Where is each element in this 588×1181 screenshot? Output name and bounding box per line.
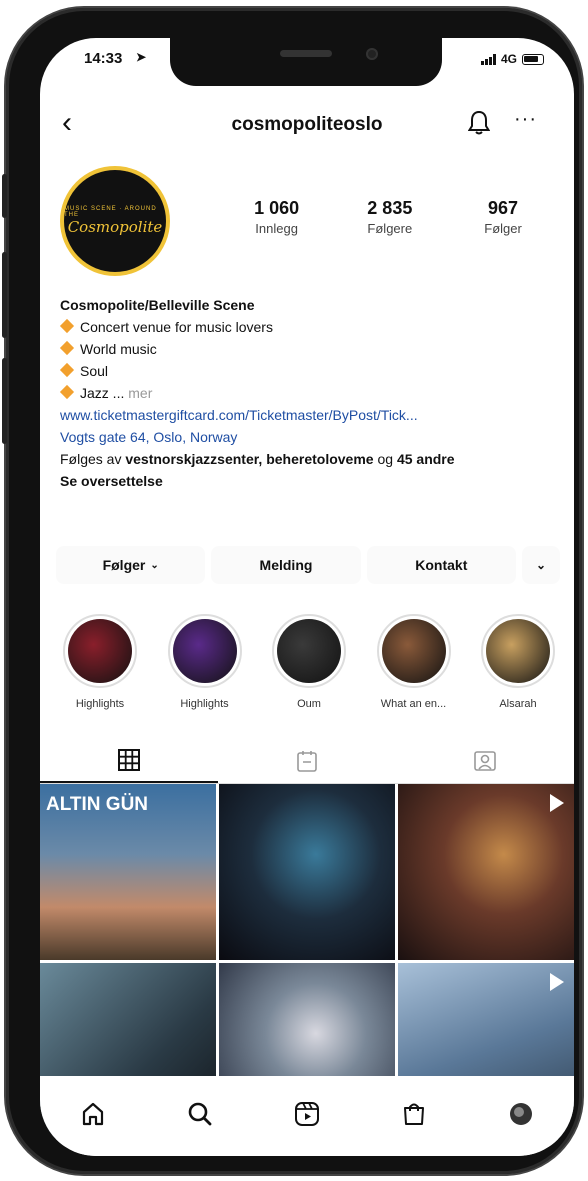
stat-following[interactable]: 967 Følger xyxy=(446,198,559,236)
bottom-nav xyxy=(40,1076,574,1156)
highlight-item[interactable]: Highlights xyxy=(54,614,146,710)
bell-icon[interactable] xyxy=(467,110,491,141)
stat-label: Følger xyxy=(484,221,522,236)
highlight-item[interactable]: Highlights xyxy=(159,614,251,710)
video-icon xyxy=(550,794,564,812)
tab-tagged[interactable] xyxy=(396,738,574,783)
diamond-icon xyxy=(59,318,75,334)
status-bar: 14:33 ➤ 4G xyxy=(40,50,574,74)
signal-icon xyxy=(480,53,496,65)
bio-address-link[interactable]: Vogts gate 64, Oslo, Norway xyxy=(60,426,560,448)
stat-label: Følgere xyxy=(367,221,413,236)
grid-icon xyxy=(118,748,140,771)
profile-stats: 1 060 Innlegg 2 835 Følgere 967 Følger xyxy=(220,198,560,236)
post-thumbnail[interactable] xyxy=(219,784,395,960)
highlight-item[interactable]: Oum xyxy=(263,614,355,710)
bio-line: Jazz ... mer xyxy=(59,382,560,404)
stat-value: 967 xyxy=(488,198,519,218)
followed-by[interactable]: Følges av vestnorskjazzsenter, beheretol… xyxy=(60,448,560,470)
battery-icon xyxy=(522,53,544,65)
location-arrow-icon: ➤ xyxy=(136,50,147,64)
search-icon[interactable] xyxy=(180,1094,220,1134)
shop-icon[interactable] xyxy=(394,1094,434,1134)
post-thumbnail[interactable] xyxy=(398,784,574,960)
home-icon[interactable] xyxy=(73,1094,113,1134)
diamond-icon xyxy=(59,340,75,356)
avatar[interactable]: MUSIC SCENE · AROUND THE Cosmopolite xyxy=(60,166,170,276)
tab-grid[interactable] xyxy=(40,738,218,783)
bio-line: Concert venue for music lovers xyxy=(59,316,560,338)
suggestions-button[interactable]: ⌄ xyxy=(521,546,560,584)
stat-value: 1 060 xyxy=(254,198,300,218)
profile-display-name: Cosmopolite/Belleville Scene xyxy=(60,297,255,313)
stat-value: 2 835 xyxy=(367,198,413,218)
chevron-down-icon: ⌄ xyxy=(150,559,159,571)
stat-followers[interactable]: 2 835 Følgere xyxy=(333,198,446,236)
bio-website-link[interactable]: www.ticketmastergiftcard.com/Ticketmaste… xyxy=(60,404,560,426)
volume-up-button xyxy=(2,252,7,338)
avatar-logo-text: Cosmopolite xyxy=(67,218,163,236)
avatar-ring-text: MUSIC SCENE · AROUND THE xyxy=(64,206,157,218)
highlight-label: Highlights xyxy=(180,698,229,710)
video-icon xyxy=(550,973,564,991)
highlight-item[interactable]: Alsarah xyxy=(472,614,564,710)
profile-avatar-icon[interactable] xyxy=(501,1094,541,1134)
highlight-cover xyxy=(277,619,341,683)
profile-username: cosmopoliteoslo xyxy=(231,114,383,135)
bio-line: Soul xyxy=(59,360,560,382)
mute-switch xyxy=(2,174,7,218)
status-time: 14:33 xyxy=(84,50,123,67)
screen: 14:33 ➤ 4G ‹ cosmopoliteoslo ··· MUSIC S… xyxy=(40,38,574,1156)
profile-bio: Cosmopolite/Belleville Scene Concert ven… xyxy=(59,294,560,492)
diamond-icon xyxy=(59,384,75,400)
profile-header: ‹ cosmopoliteoslo ··· xyxy=(40,106,574,146)
following-button[interactable]: Følger ⌄ xyxy=(56,546,206,584)
tagged-icon xyxy=(474,750,496,771)
reels-icon[interactable] xyxy=(287,1094,327,1134)
see-translation-link[interactable]: Se oversettelse xyxy=(60,470,560,492)
chevron-down-icon: ⌄ xyxy=(535,558,547,572)
highlight-cover xyxy=(486,619,550,683)
post-thumbnail[interactable]: ALTIN GÜN xyxy=(40,784,216,960)
network-label: 4G xyxy=(500,52,517,66)
highlight-cover xyxy=(172,619,237,683)
volume-down-button xyxy=(2,358,7,444)
highlight-cover xyxy=(381,619,446,683)
message-button[interactable]: Melding xyxy=(211,546,361,584)
diamond-icon xyxy=(59,362,75,378)
tab-guides[interactable] xyxy=(218,738,396,783)
stat-label: Innlegg xyxy=(255,221,298,236)
story-highlights: Highlights Highlights Oum What an en... … xyxy=(54,614,574,710)
more-options-icon[interactable]: ··· xyxy=(514,108,537,131)
contact-button[interactable]: Kontakt xyxy=(366,546,516,584)
stat-posts[interactable]: 1 060 Innlegg xyxy=(220,198,333,236)
post-title: ALTIN GÜN xyxy=(46,794,149,815)
bio-line: World music xyxy=(59,338,560,360)
highlight-label: Highlights xyxy=(75,698,125,710)
highlight-label: Oum xyxy=(297,698,321,710)
profile-actions: Følger ⌄ Melding Kontakt ⌄ xyxy=(56,546,560,584)
highlight-cover xyxy=(68,619,132,683)
guides-icon xyxy=(297,750,317,772)
profile-tabs xyxy=(40,738,574,784)
highlight-label: Alsarah xyxy=(499,698,537,710)
phone-frame: 14:33 ➤ 4G ‹ cosmopoliteoslo ··· MUSIC S… xyxy=(2,8,582,1174)
bio-more-link[interactable]: mer xyxy=(128,385,152,401)
highlight-item[interactable]: What an en... xyxy=(368,614,460,710)
highlight-label: What an en... xyxy=(380,698,447,710)
